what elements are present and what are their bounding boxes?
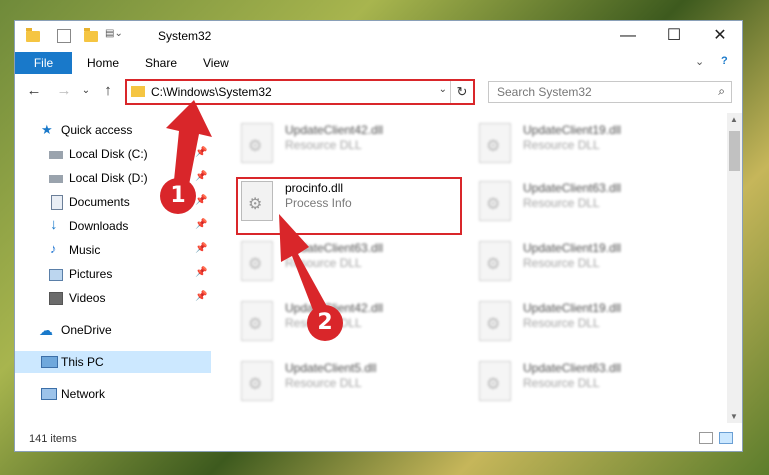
callout-1: 1	[160, 178, 196, 214]
arrow-to-procinfo-file	[279, 214, 329, 318]
annotation-arrows	[166, 100, 329, 318]
callout-2: 2	[307, 305, 343, 341]
